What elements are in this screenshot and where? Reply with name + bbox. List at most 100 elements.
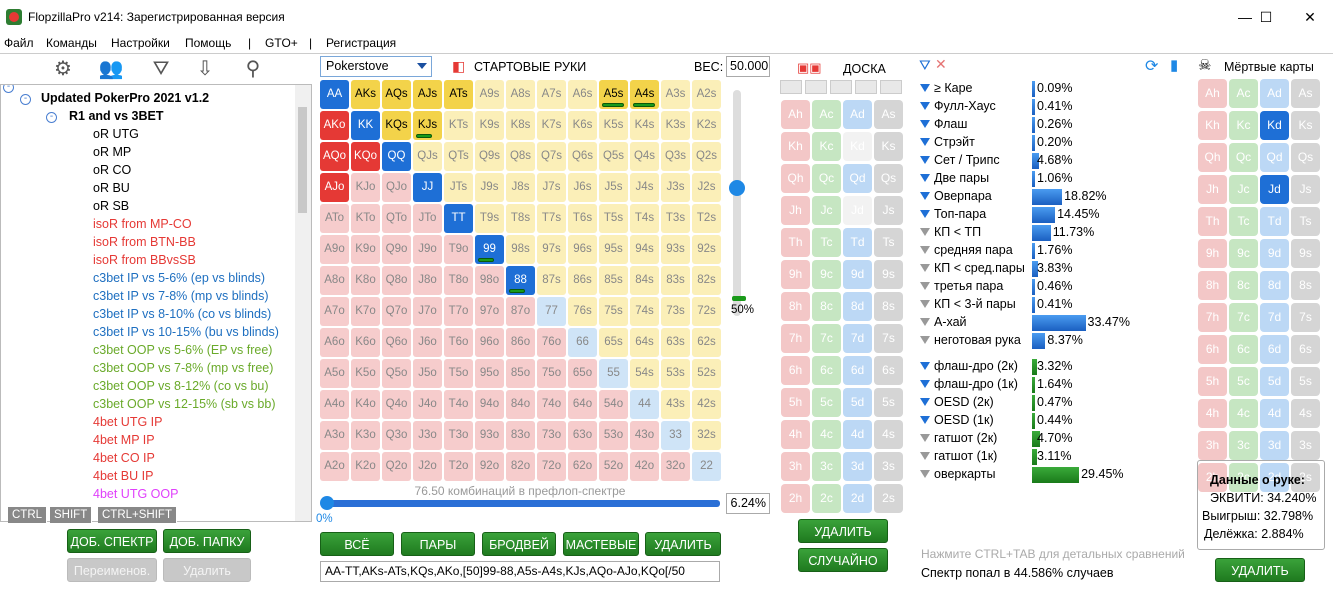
filter-icon[interactable]	[920, 210, 930, 218]
hand-cell-77[interactable]: 77	[537, 297, 566, 326]
weight-slider-knob[interactable]	[729, 180, 745, 196]
card-Qc[interactable]: Qc	[1229, 143, 1258, 172]
hand-cell-43s[interactable]: 43s	[661, 390, 690, 419]
hand-cell-97o[interactable]: 97o	[475, 297, 504, 326]
card-8d[interactable]: 8d	[1260, 271, 1289, 300]
range-string-input[interactable]: AA-TT,AKs-ATs,KQs,AKo,[50]99-88,A5s-A4s,…	[320, 561, 720, 582]
hand-cell-T5s[interactable]: T5s	[599, 204, 628, 233]
select-all-button[interactable]: ВСЁ	[320, 532, 394, 556]
hand-cell-J7s[interactable]: J7s	[537, 173, 566, 202]
hand-cell-AKs[interactable]: AKs	[351, 80, 380, 109]
menu-registration[interactable]: Регистрация	[326, 36, 396, 50]
stat-row[interactable]: третья пара 0.46%	[918, 278, 1148, 296]
card-9c[interactable]: 9c	[812, 260, 841, 289]
tree-item[interactable]: c3bet OOP vs 5-6% (EP vs free)	[93, 343, 272, 357]
card-Jh[interactable]: Jh	[1198, 175, 1227, 204]
hand-cell-J5o[interactable]: J5o	[413, 359, 442, 388]
card-8h[interactable]: 8h	[781, 292, 810, 321]
hand-cell-Q7o[interactable]: Q7o	[382, 297, 411, 326]
hand-cell-A6o[interactable]: A6o	[320, 328, 349, 357]
card-Th[interactable]: Th	[781, 228, 810, 257]
card-Qs[interactable]: Qs	[874, 164, 903, 193]
hand-cell-K6s[interactable]: K6s	[568, 111, 597, 140]
hand-cell-98o[interactable]: 98o	[475, 266, 504, 295]
card-6c[interactable]: 6c	[1229, 335, 1258, 364]
hand-cell-Q9s[interactable]: Q9s	[475, 142, 504, 171]
gear-icon[interactable]: ⚙	[50, 56, 76, 82]
hand-cell-J8o[interactable]: J8o	[413, 266, 442, 295]
card-5d[interactable]: 5d	[1260, 367, 1289, 396]
hand-cell-55[interactable]: 55	[599, 359, 628, 388]
stat-row[interactable]: OESD (1к) 0.44%	[918, 412, 1148, 430]
hand-cell-T9s[interactable]: T9s	[475, 204, 504, 233]
filter-icon[interactable]	[920, 452, 930, 460]
card-Td[interactable]: Td	[1260, 207, 1289, 236]
hand-cell-QJs[interactable]: QJs	[413, 142, 442, 171]
hand-cell-73o[interactable]: 73o	[537, 421, 566, 450]
hand-cell-93s[interactable]: 93s	[661, 235, 690, 264]
hand-cell-T9o[interactable]: T9o	[444, 235, 473, 264]
tab-ctrl-shift[interactable]: CTRL+SHIFT	[98, 507, 177, 523]
card-4d[interactable]: 4d	[843, 420, 872, 449]
card-Kc[interactable]: Kc	[812, 132, 841, 161]
stat-row[interactable]: гатшот (2к) 4.70%	[918, 430, 1148, 448]
filter-icon[interactable]	[920, 192, 930, 200]
card-Kd[interactable]: Kd	[843, 132, 872, 161]
filter-icon[interactable]	[920, 282, 930, 290]
hand-cell-22[interactable]: 22	[692, 452, 721, 481]
tree-folder[interactable]: R1 and vs 3BET	[69, 109, 163, 123]
board-slot[interactable]	[880, 80, 902, 94]
filter-icon[interactable]	[920, 416, 930, 424]
hand-cell-88[interactable]: 88	[506, 266, 535, 295]
card-3h[interactable]: 3h	[781, 452, 810, 481]
hand-cell-Q2s[interactable]: Q2s	[692, 142, 721, 171]
tree-item[interactable]: 4bet MP IP	[93, 433, 155, 447]
hand-cell-52o[interactable]: 52o	[599, 452, 628, 481]
stat-row[interactable]: Фулл-Хаус 0.41%	[918, 98, 1148, 116]
card-4h[interactable]: 4h	[781, 420, 810, 449]
hand-cell-A3o[interactable]: A3o	[320, 421, 349, 450]
hand-cell-T2o[interactable]: T2o	[444, 452, 473, 481]
hand-cell-T6s[interactable]: T6s	[568, 204, 597, 233]
stat-row[interactable]: Стрэйт 0.20%	[918, 134, 1148, 152]
hand-cell-K8s[interactable]: K8s	[506, 111, 535, 140]
card-2s[interactable]: 2s	[874, 484, 903, 513]
hand-cell-ATo[interactable]: ATo	[320, 204, 349, 233]
hand-cell-66[interactable]: 66	[568, 328, 597, 357]
filter-icon[interactable]	[920, 228, 930, 236]
card-4c[interactable]: 4c	[1229, 399, 1258, 428]
collapse-icon[interactable]: -	[46, 112, 57, 123]
card-9d[interactable]: 9d	[843, 260, 872, 289]
hand-cell-KQo[interactable]: KQo	[351, 142, 380, 171]
stat-row[interactable]: А-хай 33.47%	[918, 314, 1148, 332]
users-icon[interactable]: 👥	[98, 56, 124, 82]
hand-cell-62s[interactable]: 62s	[692, 328, 721, 357]
card-6c[interactable]: 6c	[812, 356, 841, 385]
card-6d[interactable]: 6d	[843, 356, 872, 385]
hand-cell-97s[interactable]: 97s	[537, 235, 566, 264]
hand-cell-98s[interactable]: 98s	[506, 235, 535, 264]
card-Ah[interactable]: Ah	[781, 100, 810, 129]
hand-cell-99[interactable]: 99	[475, 235, 504, 264]
card-Js[interactable]: Js	[1291, 175, 1320, 204]
tree-item[interactable]: c3bet OOP vs 12-15% (sb vs bb)	[93, 397, 276, 411]
stat-row[interactable]: флаш-дро (2к) 3.32%	[918, 358, 1148, 376]
hand-cell-93o[interactable]: 93o	[475, 421, 504, 450]
hand-cell-42o[interactable]: 42o	[630, 452, 659, 481]
filter-icon[interactable]	[920, 398, 930, 406]
filter-icon[interactable]: ⛛	[919, 57, 931, 74]
hand-cell-65s[interactable]: 65s	[599, 328, 628, 357]
hand-cell-Q3o[interactable]: Q3o	[382, 421, 411, 450]
filter-icon[interactable]	[920, 380, 930, 388]
hand-cell-63s[interactable]: 63s	[661, 328, 690, 357]
filter-icon[interactable]	[920, 102, 930, 110]
hand-cell-AQs[interactable]: AQs	[382, 80, 411, 109]
card-Ks[interactable]: Ks	[874, 132, 903, 161]
filter-icon[interactable]	[920, 84, 930, 92]
card-Qs[interactable]: Qs	[1291, 143, 1320, 172]
hand-cell-K5o[interactable]: K5o	[351, 359, 380, 388]
hand-cell-A5o[interactable]: A5o	[320, 359, 349, 388]
delete-range-button[interactable]: Удалить	[163, 558, 251, 582]
tab-ctrl[interactable]: CTRL	[8, 507, 48, 523]
hand-cell-87s[interactable]: 87s	[537, 266, 566, 295]
